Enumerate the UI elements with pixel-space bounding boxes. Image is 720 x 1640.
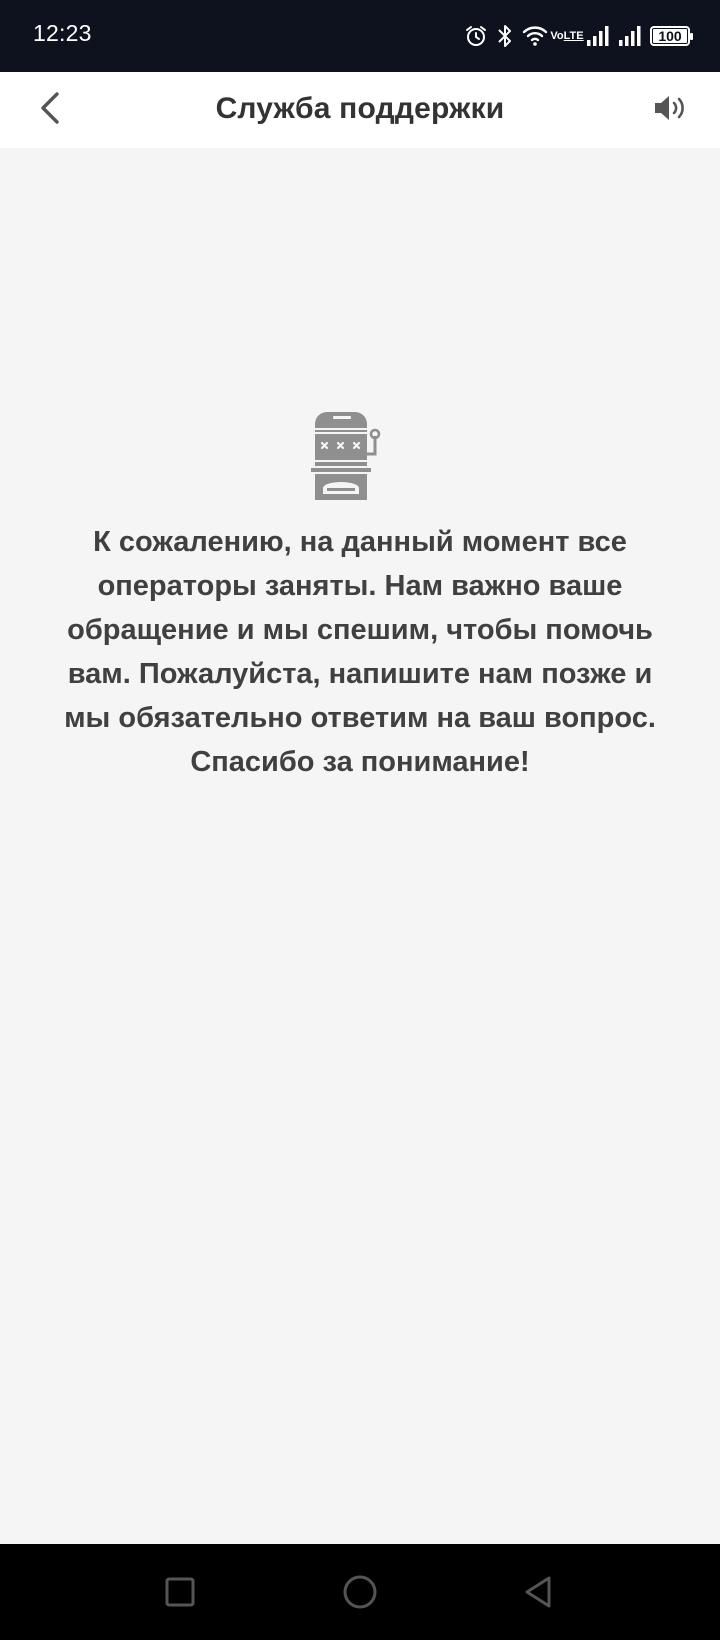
home-button[interactable] [338, 1572, 382, 1616]
operators-busy-message: К сожалению, на данный момент все операт… [64, 526, 656, 778]
square-recents-icon [164, 1576, 196, 1613]
wifi-icon [522, 25, 548, 47]
alarm-icon [464, 24, 488, 48]
triangle-back-icon [522, 1575, 554, 1614]
nav-back-button[interactable] [516, 1572, 560, 1616]
battery-level: 100 [653, 29, 687, 43]
recents-button[interactable] [158, 1572, 202, 1616]
main-content: К сожалению, на данный момент все операт… [0, 148, 720, 1544]
volte-icon: Vo LTE [550, 30, 583, 42]
bluetooth-icon [496, 23, 514, 49]
system-nav-bar [0, 1544, 720, 1640]
signal-icon [618, 25, 642, 47]
volte-line2: LTE [563, 29, 584, 42]
page-title: Служба поддержки [215, 92, 505, 125]
slot-machine-icon [309, 406, 389, 506]
status-time: 12:23 [33, 20, 92, 46]
sound-button[interactable] [650, 90, 692, 130]
battery-icon: 100 [650, 26, 693, 46]
circle-home-icon [342, 1574, 378, 1615]
app-bar: Служба поддержки [0, 72, 720, 148]
volte-line1: Vo [550, 29, 564, 42]
status-bar: 12:23 Vo LTE 100 [0, 0, 720, 72]
signal-icon [586, 25, 610, 47]
speaker-icon [653, 94, 689, 127]
status-icons: Vo LTE 100 [464, 19, 693, 53]
